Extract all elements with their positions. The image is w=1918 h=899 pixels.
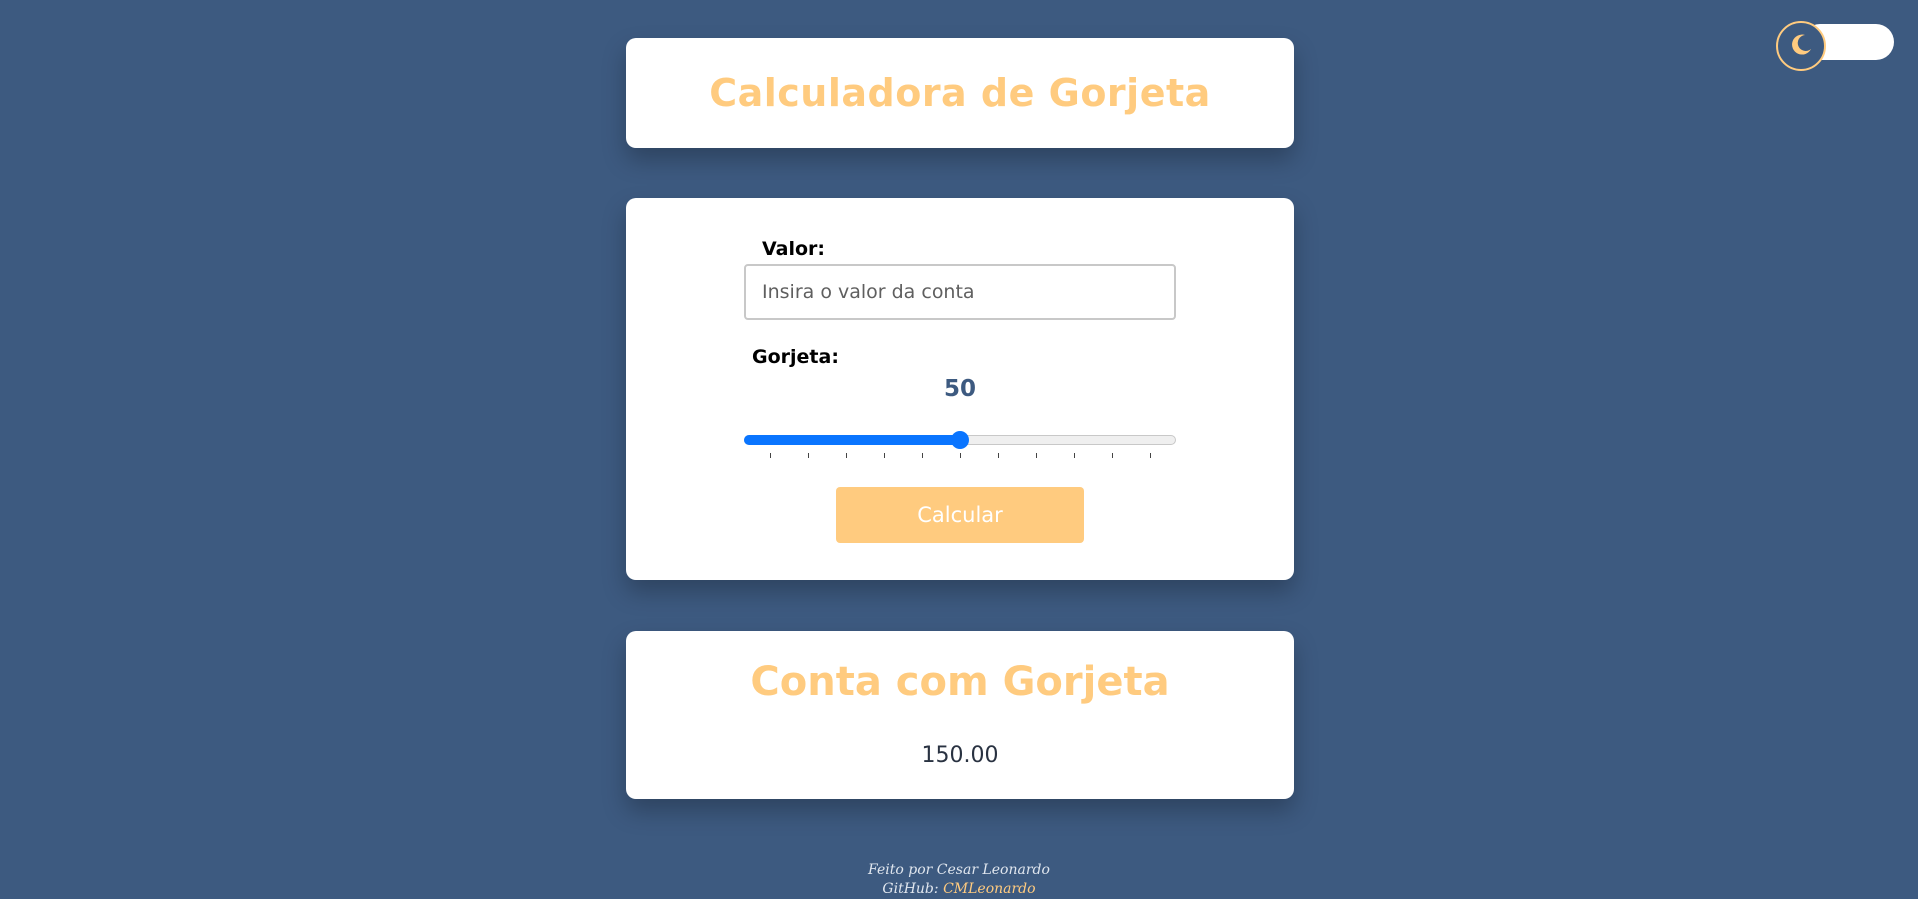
slider-tick bbox=[1036, 453, 1037, 458]
toggle-knob[interactable] bbox=[1776, 21, 1826, 71]
slider-tick bbox=[884, 453, 885, 458]
slider-tick bbox=[1150, 453, 1151, 458]
footer-author: Feito por Cesar Leonardo bbox=[868, 862, 1050, 878]
gorjeta-label: Gorjeta: bbox=[752, 346, 839, 368]
calcular-button[interactable]: Calcular bbox=[836, 487, 1084, 543]
slider-tick bbox=[770, 453, 771, 458]
title-card: Calculadora de Gorjeta bbox=[626, 38, 1294, 148]
footer-github: GitHub: CMLeonardo bbox=[0, 880, 1918, 899]
gorjeta-slider[interactable] bbox=[744, 428, 1176, 458]
footer: Feito por Cesar Leonardo GitHub: CMLeona… bbox=[0, 861, 1918, 899]
slider-thumb[interactable] bbox=[951, 431, 969, 449]
page-title: Calculadora de Gorjeta bbox=[709, 71, 1211, 115]
slider-tick bbox=[922, 453, 923, 458]
result-value: 150.00 bbox=[921, 743, 999, 768]
form-card: Valor: Gorjeta: 50 Calcular bbox=[626, 198, 1294, 580]
valor-input[interactable] bbox=[744, 264, 1176, 320]
slider-tick bbox=[846, 453, 847, 458]
github-link[interactable]: CMLeonardo bbox=[943, 881, 1036, 897]
result-card: Conta com Gorjeta 150.00 bbox=[626, 631, 1294, 799]
slider-tick bbox=[1074, 453, 1075, 458]
slider-tick bbox=[998, 453, 999, 458]
valor-label: Valor: bbox=[762, 238, 826, 260]
moon-icon bbox=[1788, 31, 1814, 61]
slider-tick bbox=[960, 453, 961, 458]
theme-toggle[interactable] bbox=[1776, 21, 1894, 71]
github-label: GitHub: bbox=[882, 881, 939, 897]
slider-tick bbox=[1112, 453, 1113, 458]
gorjeta-value: 50 bbox=[943, 376, 976, 402]
slider-fill bbox=[744, 435, 960, 445]
result-title: Conta com Gorjeta bbox=[750, 659, 1170, 705]
slider-tick bbox=[808, 453, 809, 458]
